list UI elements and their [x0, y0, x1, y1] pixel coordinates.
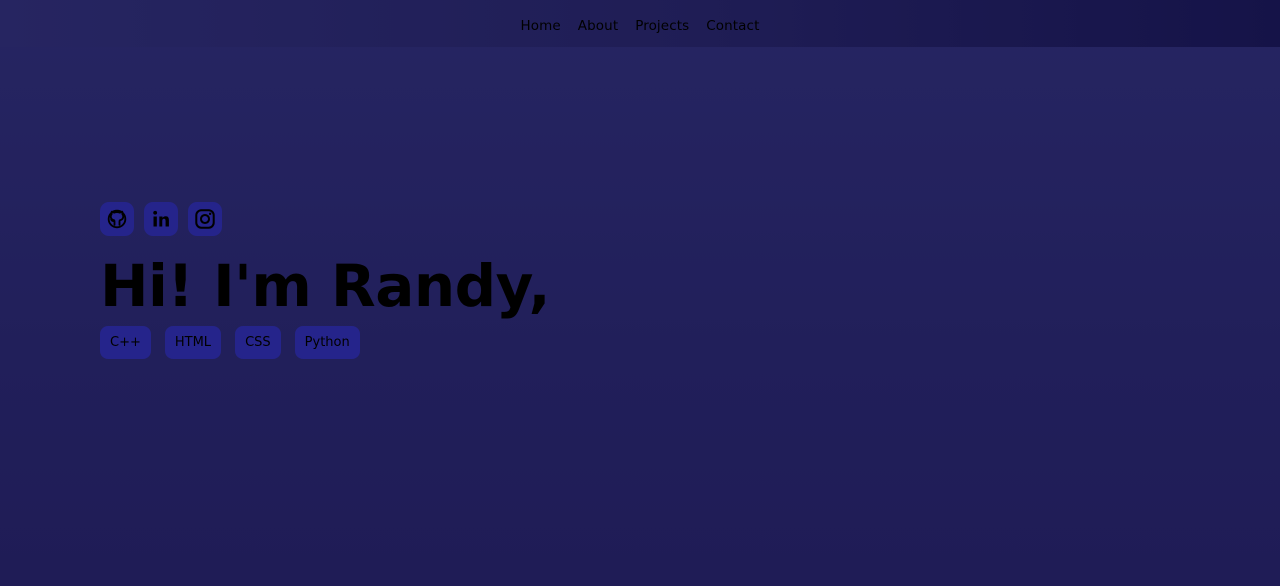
nav-link-about[interactable]: About [578, 18, 618, 34]
github-button[interactable] [100, 202, 134, 236]
hero-title: Hi! I'm Randy, [100, 252, 550, 320]
instagram-button[interactable] [188, 202, 222, 236]
nav-link-home[interactable]: Home [521, 18, 561, 34]
nav-links: Home About Projects Contact [521, 15, 760, 34]
skill-badge-cpp: C++ [100, 326, 151, 359]
navbar: Home About Projects Contact [0, 0, 1280, 47]
linkedin-icon [153, 210, 169, 227]
instagram-icon [195, 209, 215, 229]
nav-link-projects[interactable]: Projects [635, 18, 689, 34]
skill-badge-html: HTML [164, 326, 222, 359]
skill-badges: C++ HTML CSS Python [100, 326, 550, 359]
linkedin-button[interactable] [144, 202, 178, 236]
skill-badge-python: Python [294, 326, 360, 359]
skill-badge-css: CSS [235, 326, 281, 359]
nav-link-contact[interactable]: Contact [706, 18, 759, 34]
hero-section: Hi! I'm Randy, C++ HTML CSS Python [100, 202, 550, 359]
github-icon [107, 209, 127, 229]
social-links [100, 202, 550, 236]
